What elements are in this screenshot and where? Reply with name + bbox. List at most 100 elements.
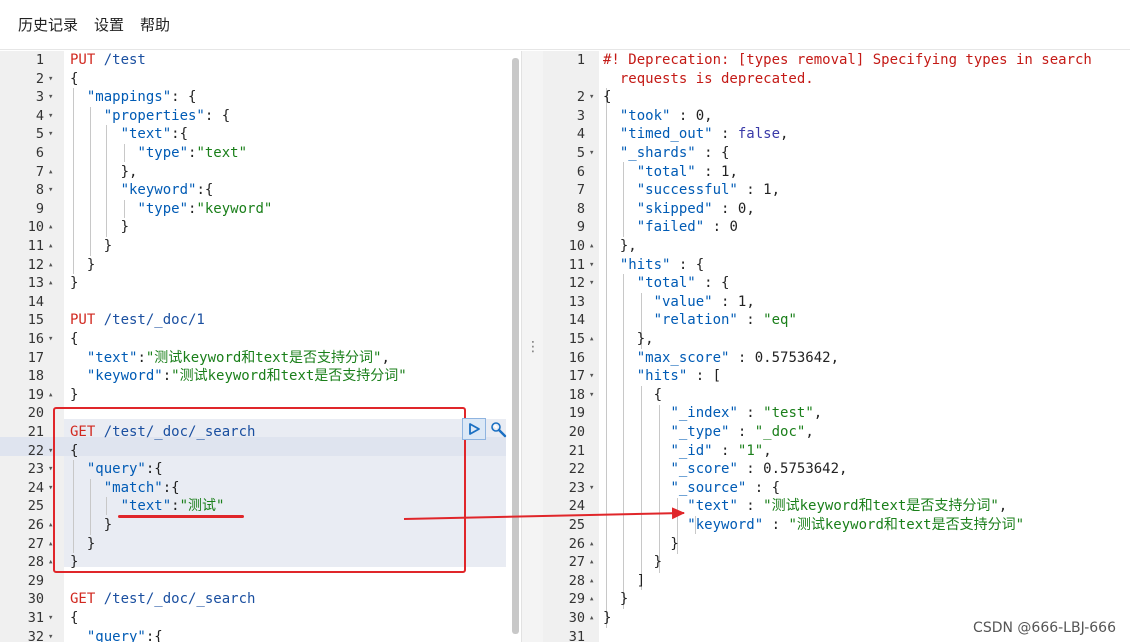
response-pane[interactable]: 1 #! Deprecation: [types removal] Specify… [543,51,1130,642]
code-line[interactable]: 8 "skipped" : 0, [543,200,1130,219]
code-line[interactable]: 29 ▴ } [543,590,1130,609]
code-line[interactable]: 15 PUT /test/_doc/1 [0,311,520,330]
fold-close-icon[interactable]: ▴ [48,386,53,405]
code-line[interactable]: 18 "keyword":"测试keyword和text是否支持分词" [0,367,520,386]
code-token: :{ [196,182,214,199]
code-line[interactable]: 9 "failed" : 0 [543,218,1130,237]
code-text: "max_score" : 0.5753642, [603,349,839,368]
code-line[interactable]: 12 ▾ "total" : { [543,274,1130,293]
code-line[interactable]: 17 "text":"测试keyword和text是否支持分词", [0,349,520,368]
fold-open-icon[interactable]: ▾ [48,330,53,349]
fold-open-icon[interactable]: ▾ [48,609,53,628]
code-line[interactable]: 32 ▾ "query":{ [0,628,520,642]
code-text: "took" : 0, [603,107,713,126]
code-line[interactable]: requests is deprecated. [543,70,1130,89]
code-line[interactable]: 22 "_score" : 0.5753642, [543,460,1130,479]
code-line[interactable]: 25 "keyword" : "测试keyword和text是否支持分词" [543,516,1130,535]
code-line[interactable]: 19 "_index" : "test", [543,404,1130,423]
code-line[interactable]: 24 "text" : "测试keyword和text是否支持分词", [543,497,1130,516]
fold-close-icon[interactable]: ▴ [48,163,53,182]
code-line[interactable]: 6 "type":"text" [0,144,520,163]
fold-close-icon[interactable]: ▴ [589,535,594,554]
code-line[interactable]: 10 ▴ } [0,218,520,237]
code-line[interactable]: 1 PUT /test [0,51,520,70]
code-line[interactable]: 7 ▴ }, [0,163,520,182]
line-number: 10 [568,238,585,254]
code-line[interactable]: 30 GET /test/_doc/_search [0,590,520,609]
fold-close-icon[interactable]: ▴ [48,256,53,275]
fold-open-icon[interactable]: ▾ [48,70,53,89]
code-line[interactable]: 15 ▴ }, [543,330,1130,349]
fold-close-icon[interactable]: ▴ [589,590,594,609]
fold-open-icon[interactable]: ▾ [589,386,594,405]
code-token: }, [70,163,138,180]
code-line[interactable]: 14 "relation" : "eq" [543,311,1130,330]
code-line[interactable]: 11 ▾ "hits" : { [543,256,1130,275]
code-line[interactable]: 5 ▾ "text":{ [0,125,520,144]
fold-close-icon[interactable]: ▴ [589,572,594,591]
fold-open-icon[interactable]: ▾ [589,144,594,163]
code-line[interactable]: 9 "type":"keyword" [0,200,520,219]
fold-open-icon[interactable]: ▾ [48,628,53,642]
code-line[interactable]: 23 ▾ "_source" : { [543,479,1130,498]
code-line[interactable]: 26 ▴ } [543,535,1130,554]
fold-open-icon[interactable]: ▾ [48,107,53,126]
fold-open-icon[interactable]: ▾ [589,367,594,386]
code-token: PUT [70,312,104,329]
code-line[interactable]: 12 ▴ } [0,256,520,275]
code-line[interactable]: 19 ▴} [0,386,520,405]
menu-settings[interactable]: 设置 [94,14,124,35]
code-line[interactable]: 4 ▾ "properties": { [0,107,520,126]
fold-open-icon[interactable]: ▾ [589,479,594,498]
code-line[interactable]: 8 ▾ "keyword":{ [0,181,520,200]
fold-close-icon[interactable]: ▴ [589,237,594,256]
code-line[interactable]: 31 ▾ { [0,609,520,628]
code-line[interactable]: 2 ▾ { [0,70,520,89]
code-token: { [603,89,612,106]
code-line[interactable]: 28 ▴ ] [543,572,1130,591]
fold-open-icon[interactable]: ▾ [48,88,53,107]
code-text: } [70,386,78,405]
pane-splitter[interactable]: ⋮ [521,51,545,642]
code-line[interactable]: 11 ▴ } [0,237,520,256]
fold-open-icon[interactable]: ▾ [589,88,594,107]
code-line[interactable]: 21 "_id" : "1", [543,442,1130,461]
code-line[interactable]: 14 [0,293,520,312]
fold-open-icon[interactable]: ▾ [48,181,53,200]
code-line[interactable]: 18 ▾ { [543,386,1130,405]
code-line[interactable]: 27 ▴ } [543,553,1130,572]
code-line[interactable]: 13 ▴} [0,274,520,293]
fold-close-icon[interactable]: ▴ [589,609,594,628]
code-line[interactable]: 13 "value" : 1, [543,293,1130,312]
fold-close-icon[interactable]: ▴ [48,218,53,237]
code-line[interactable]: 17 ▾ "hits" : [ [543,367,1130,386]
code-token: "_type" [670,424,730,440]
code-line[interactable]: 16 "max_score" : 0.5753642, [543,349,1130,368]
fold-open-icon[interactable]: ▾ [589,256,594,275]
fold-close-icon[interactable]: ▴ [48,274,53,293]
fold-open-icon[interactable]: ▾ [589,274,594,293]
menu-history[interactable]: 历史记录 [18,14,78,35]
code-line[interactable]: 3 "took" : 0, [543,107,1130,126]
code-line[interactable]: 6 "total" : 1, [543,163,1130,182]
fold-open-icon[interactable]: ▾ [48,125,53,144]
code-line[interactable]: 29 [0,572,520,591]
run-request-button[interactable] [462,418,486,440]
menu-help[interactable]: 帮助 [140,14,170,35]
code-line[interactable]: 20 "_type" : "_doc", [543,423,1130,442]
code-line[interactable]: 2 ▾ { [543,88,1130,107]
code-line[interactable]: 5 ▾ "_shards" : { [543,144,1130,163]
code-line[interactable]: 16 ▾ { [0,330,520,349]
fold-close-icon[interactable]: ▴ [589,330,594,349]
editor-scrollbar[interactable] [512,58,519,634]
request-settings-button[interactable] [488,419,510,441]
code-line[interactable]: 10 ▴ }, [543,237,1130,256]
code-line[interactable]: 4 "timed_out" : false, [543,125,1130,144]
code-text: } [70,237,112,256]
fold-close-icon[interactable]: ▴ [48,237,53,256]
fold-close-icon[interactable]: ▴ [589,553,594,572]
code-line[interactable]: 7 "successful" : 1, [543,181,1130,200]
code-line[interactable]: 3 ▾ "mappings": { [0,88,520,107]
code-line[interactable]: 1 #! Deprecation: [types removal] Specify… [543,51,1130,70]
